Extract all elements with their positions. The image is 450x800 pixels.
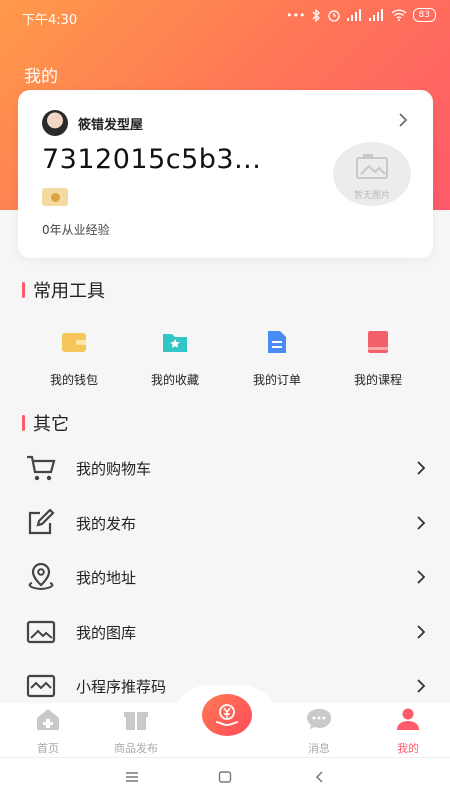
qr-recommend-icon: [26, 674, 56, 698]
order-document-icon: [268, 331, 286, 353]
status-bar: 下午4:30 ••• 83: [0, 0, 450, 34]
user-id: 7312015c5b3...: [42, 144, 262, 175]
gift-icon: [124, 712, 148, 730]
status-dots: •••: [286, 8, 306, 22]
user-icon: [397, 708, 419, 730]
battery-indicator: 83: [412, 8, 436, 22]
tools-section-header: 常用工具: [22, 277, 105, 303]
back-icon[interactable]: [314, 770, 324, 784]
tab-label: 商品发布: [114, 742, 158, 755]
tool-orders[interactable]: 我的订单: [237, 330, 317, 388]
tab-mine[interactable]: 我的: [368, 708, 448, 756]
center-action-button[interactable]: [202, 694, 252, 736]
medal-badge-icon: [42, 188, 68, 206]
tab-label: 我的: [397, 742, 419, 755]
course-book-icon: [368, 331, 388, 353]
wallet-icon: [62, 333, 86, 352]
favorites-folder-icon: [163, 334, 187, 352]
menu-icon[interactable]: [125, 770, 139, 784]
image-gallery-icon: [26, 620, 56, 644]
menu-item-cart[interactable]: 我的购物车: [0, 441, 450, 495]
status-time: 下午4:30: [22, 13, 78, 28]
section-accent-bar: [22, 415, 25, 431]
no-image-label: 暂无图片: [353, 191, 390, 201]
shopping-cart-icon: [27, 455, 56, 481]
chevron-right-icon: [417, 461, 426, 475]
yen-hand-icon: [215, 704, 239, 726]
menu-item-label: 我的购物车: [76, 460, 152, 478]
tool-wallet[interactable]: 我的钱包: [34, 330, 114, 388]
signal-hd-icon: [368, 9, 383, 21]
menu-item-label: 我的地址: [76, 569, 137, 587]
profile-card[interactable]: 筱错发型屋 7312015c5b3... 0年从业经验 暂无图片: [18, 90, 433, 258]
wifi-icon: [391, 9, 407, 21]
other-section-header: 其它: [22, 410, 69, 436]
chevron-right-icon: [417, 679, 426, 693]
home-icon: [37, 709, 59, 730]
other-section-title: 其它: [33, 414, 69, 435]
tab-messages[interactable]: 消息: [279, 708, 359, 756]
tool-favorites[interactable]: 我的收藏: [135, 330, 215, 388]
menu-item-label: 我的图库: [76, 624, 137, 642]
tab-home[interactable]: 首页: [8, 708, 88, 756]
bluetooth-icon: [312, 8, 320, 22]
tab-label: 消息: [308, 742, 330, 755]
location-pin-icon: [28, 563, 54, 591]
tab-product-publish[interactable]: 商品发布: [96, 708, 176, 756]
menu-item-address[interactable]: 我的地址: [0, 550, 450, 604]
shop-name: 筱错发型屋: [78, 118, 144, 133]
menu-item-label: 小程序推荐码: [76, 678, 167, 696]
menu-item-label: 我的发布: [76, 515, 137, 533]
menu-item-gallery[interactable]: 我的图库: [0, 605, 450, 659]
chevron-right-icon: [417, 516, 426, 530]
tool-label: 我的收藏: [150, 373, 199, 387]
page-title: 我的: [24, 67, 58, 87]
avatar[interactable]: [42, 110, 68, 136]
home-square-icon[interactable]: [218, 770, 232, 784]
experience-text: 0年从业经验: [42, 223, 110, 237]
edit-icon: [28, 509, 55, 535]
tools-grid: 我的钱包 我的收藏 我的订单 我的课程: [0, 330, 450, 390]
system-nav-bar: [0, 757, 450, 800]
image-placeholder-icon: [356, 154, 388, 179]
tool-label: 我的课程: [353, 373, 402, 387]
signal-icon: [346, 9, 361, 21]
tool-label: 我的钱包: [49, 373, 98, 387]
chevron-right-icon: [417, 570, 426, 584]
tool-label: 我的订单: [252, 373, 301, 387]
chevron-right-icon: [417, 625, 426, 639]
section-accent-bar: [22, 282, 25, 298]
menu-item-posts[interactable]: 我的发布: [0, 496, 450, 550]
tab-label: 首页: [37, 742, 59, 755]
tool-courses[interactable]: 我的课程: [338, 330, 418, 388]
alarm-icon: [327, 10, 340, 22]
chevron-right-icon[interactable]: [397, 112, 409, 128]
tools-section-title: 常用工具: [33, 281, 105, 302]
no-image-placeholder: 暂无图片: [333, 142, 411, 206]
chat-icon: [307, 709, 331, 729]
